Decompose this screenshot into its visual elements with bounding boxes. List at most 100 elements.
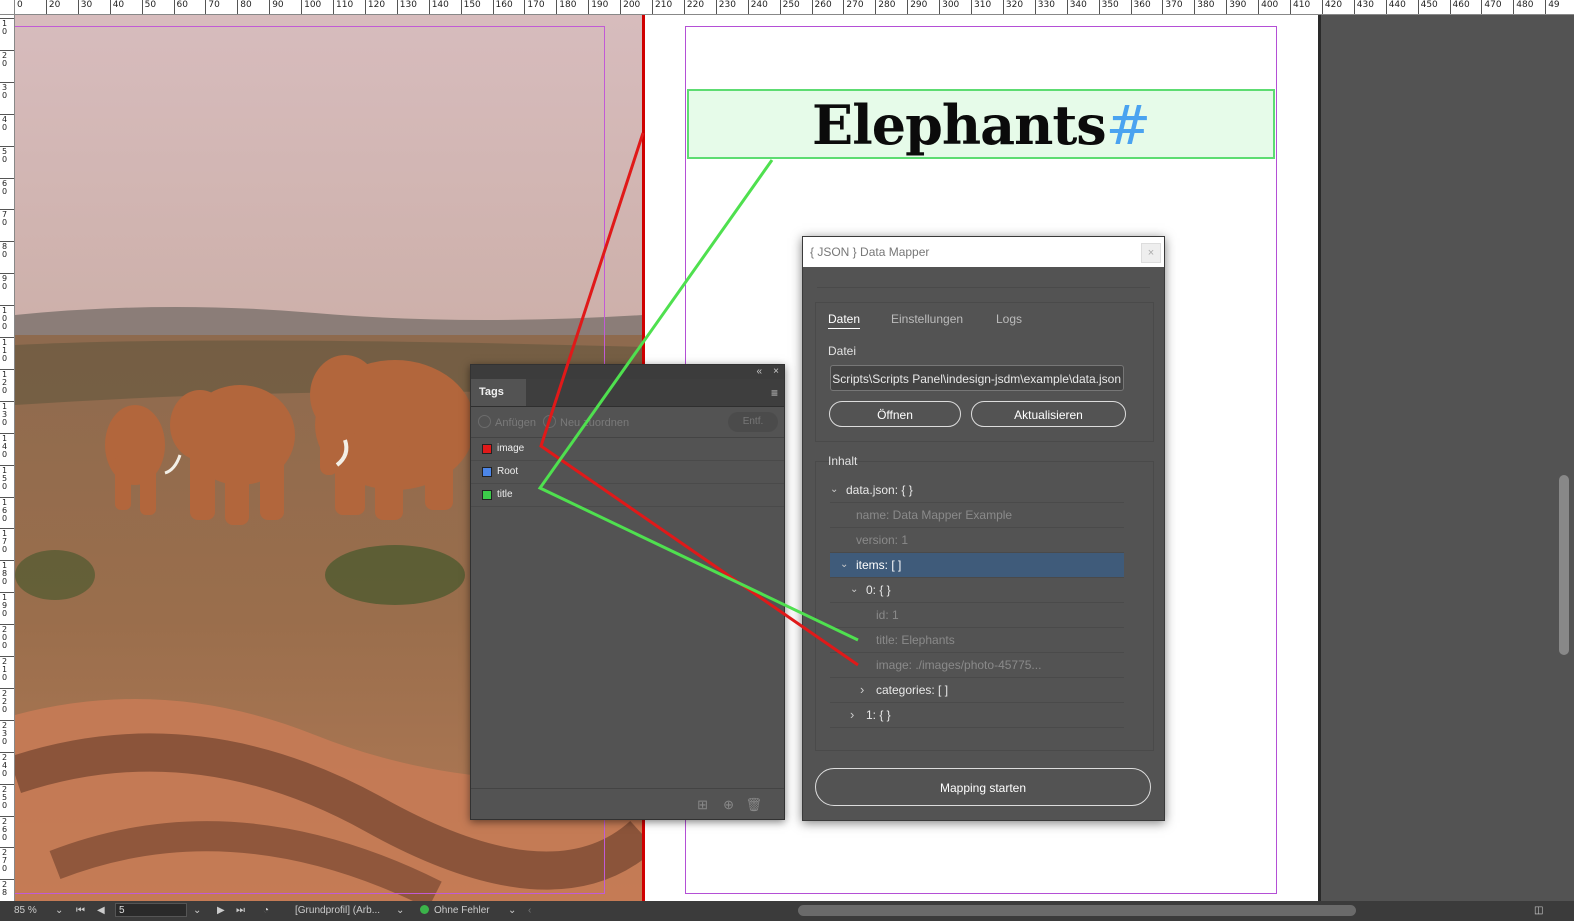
file-path-field[interactable]: Scripts\Scripts Panel\indesign-jsdm\exam… xyxy=(830,365,1124,391)
scroll-left-icon[interactable]: ‹ xyxy=(528,905,531,916)
tree-node-label: name: Data Mapper Example xyxy=(856,508,1013,522)
title-value: Elephants xyxy=(812,93,1107,157)
ruler-tick: 70 xyxy=(0,209,14,241)
title-text-frame[interactable]: Elephants# xyxy=(687,89,1275,159)
data-mapper-panel[interactable]: { JSON } Data Mapper × Daten Einstellung… xyxy=(802,236,1165,821)
collapse-icon[interactable]: « xyxy=(756,365,762,379)
document-canvas[interactable]: Elephants# xyxy=(15,15,1555,901)
vertical-ruler[interactable]: 10 20 30 40 50 60 70 80 90 100 110 120 130 140 150 160 1… xyxy=(0,14,15,901)
json-tree[interactable]: ⌄ data.json: { } name: Data Mapper Exampl… xyxy=(830,478,1124,728)
trash-icon[interactable]: 🗑 xyxy=(745,797,762,813)
tree-node[interactable]: name: Data Mapper Example xyxy=(830,503,1124,528)
tree-node[interactable]: ⌄ 0: { } xyxy=(830,578,1124,603)
chevron-down-icon[interactable]: ⌄ xyxy=(850,578,858,602)
vertical-scroll-thumb[interactable] xyxy=(1559,475,1569,655)
ruler-tick: 350 xyxy=(1098,0,1119,14)
ruler-tick-label: 270 xyxy=(846,0,864,10)
ruler-tick: 200 xyxy=(0,624,14,656)
last-page-icon[interactable]: ⏭ xyxy=(236,905,245,916)
ruler-tick: 380 xyxy=(1194,0,1214,14)
previous-page-icon[interactable]: ◀ xyxy=(97,905,105,916)
ruler-tick-label: 200 xyxy=(623,0,641,10)
tag-row-image[interactable]: image xyxy=(471,438,784,461)
ruler-tick-label: 110 xyxy=(336,0,354,10)
page-dropdown-icon[interactable]: ⌄ xyxy=(193,905,201,916)
open-button[interactable]: Öffnen xyxy=(829,401,961,427)
tab-tags[interactable]: Tags xyxy=(471,379,526,406)
tree-node-selected[interactable]: ⌄ items: [ ] xyxy=(830,553,1124,578)
split-window-icon[interactable]: ◫ xyxy=(1534,905,1543,916)
tree-node-label: 0: { } xyxy=(866,583,891,597)
preflight-status-label: Ohne Fehler xyxy=(434,905,490,916)
tags-panel-titlebar[interactable]: « × xyxy=(471,365,784,379)
tree-node[interactable]: image: ./images/photo-45775... xyxy=(830,653,1124,678)
ruler-tick-label: 280 xyxy=(878,0,896,10)
tree-node[interactable]: id: 1 xyxy=(830,603,1124,628)
ruler-tick-label: 180 xyxy=(2,561,8,587)
ruler-tick-label: 390 xyxy=(1229,0,1247,10)
tree-node[interactable]: version: 1 xyxy=(830,528,1124,553)
zoom-level[interactable]: 85 % xyxy=(14,905,37,916)
ruler-tick: 410 xyxy=(1290,0,1310,14)
chevron-down-icon[interactable]: ⌄ xyxy=(830,478,838,502)
chevron-right-icon[interactable]: › xyxy=(860,678,864,702)
ruler-tick: 80 xyxy=(0,241,14,273)
tab-daten[interactable]: Daten xyxy=(828,312,861,329)
ruler-tick: 260 xyxy=(811,0,832,14)
preflight-status[interactable]: Ohne Fehler xyxy=(420,905,490,916)
remove-button[interactable]: Entf. xyxy=(728,412,778,432)
radio-icon xyxy=(478,415,491,428)
chevron-right-icon[interactable]: › xyxy=(850,703,854,727)
horizontal-scroll-thumb[interactable] xyxy=(798,905,1356,916)
ruler-tick: 50 xyxy=(0,145,14,178)
vertical-scrollbar[interactable] xyxy=(1555,15,1574,901)
first-page-icon[interactable]: ⏮ xyxy=(76,905,85,916)
ruler-tick-label: 100 xyxy=(304,0,322,10)
next-page-icon[interactable]: ▶ xyxy=(217,905,225,916)
ruler-tick: 120 xyxy=(364,0,385,14)
reorder-option[interactable]: Neu zuordnen xyxy=(543,415,629,429)
tags-panel[interactable]: « × Tags ≡ Anfügen Neu zuordnen Entf. im… xyxy=(470,364,785,820)
chevron-down-icon[interactable]: ⌄ xyxy=(840,553,848,577)
ruler-tick: 50 xyxy=(141,0,156,14)
zoom-dropdown-icon[interactable]: ⌄ xyxy=(55,905,63,916)
refresh-button[interactable]: Aktualisieren xyxy=(971,401,1126,427)
ruler-tick-label: 270 xyxy=(2,848,8,874)
ruler-tick: 60 xyxy=(173,0,188,14)
data-mapper-titlebar[interactable]: { JSON } Data Mapper × xyxy=(803,237,1164,267)
tree-node[interactable]: › categories: [ ] xyxy=(830,678,1124,703)
ruler-tick: 20 xyxy=(45,0,60,14)
tree-node[interactable]: title: Elephants xyxy=(830,628,1124,653)
tag-from-selection-icon[interactable]: ⊞ xyxy=(697,797,708,813)
preflight-profile-icon[interactable]: ◔ xyxy=(263,905,269,916)
status-bar: 85 % ⌄ ⏮ ◀ 5 ⌄ ▶ ⏭ ◔ [Grundprofil] (Arb.… xyxy=(0,901,1574,921)
page-number-field[interactable]: 5 xyxy=(115,903,187,917)
tab-logs[interactable]: Logs xyxy=(996,312,1022,326)
ruler-tick: 260 xyxy=(0,815,14,848)
close-icon[interactable]: × xyxy=(1141,243,1161,263)
ruler-tick: 330 xyxy=(1034,0,1055,14)
ruler-tick-label: 130 xyxy=(2,401,8,427)
append-option[interactable]: Anfügen xyxy=(478,415,536,429)
ruler-tick-label: 150 xyxy=(463,0,481,10)
ruler-tick: 420 xyxy=(1321,0,1342,14)
tag-row-title[interactable]: title xyxy=(471,484,784,507)
tree-node[interactable]: ⌄ data.json: { } xyxy=(830,478,1124,503)
panel-menu-icon[interactable]: ≡ xyxy=(771,386,778,400)
new-tag-icon[interactable]: ⊕ xyxy=(723,797,734,813)
preflight-dropdown-icon[interactable]: ⌄ xyxy=(508,905,516,916)
profile-dropdown-icon[interactable]: ⌄ xyxy=(396,905,404,916)
tab-einstellungen[interactable]: Einstellungen xyxy=(891,312,963,326)
append-label: Anfügen xyxy=(495,417,536,429)
tree-node[interactable]: › 1: { } xyxy=(830,703,1124,728)
start-mapping-button[interactable]: Mapping starten xyxy=(815,768,1151,806)
preflight-profile[interactable]: [Grundprofil] (Arb... xyxy=(295,905,380,916)
tag-row-root[interactable]: Root xyxy=(471,461,784,484)
ruler-tick: 290 xyxy=(907,0,927,14)
tag-color-swatch xyxy=(482,467,492,477)
title-text[interactable]: Elephants# xyxy=(689,93,1273,157)
ruler-tick-label: 310 xyxy=(974,0,992,10)
horizontal-ruler[interactable]: 0 20 30 40 50 60 70 80 90 100 110 120 130 140 150 160 17… xyxy=(0,0,1574,15)
ruler-tick-label: 430 xyxy=(1356,0,1374,10)
close-icon[interactable]: × xyxy=(773,365,779,379)
